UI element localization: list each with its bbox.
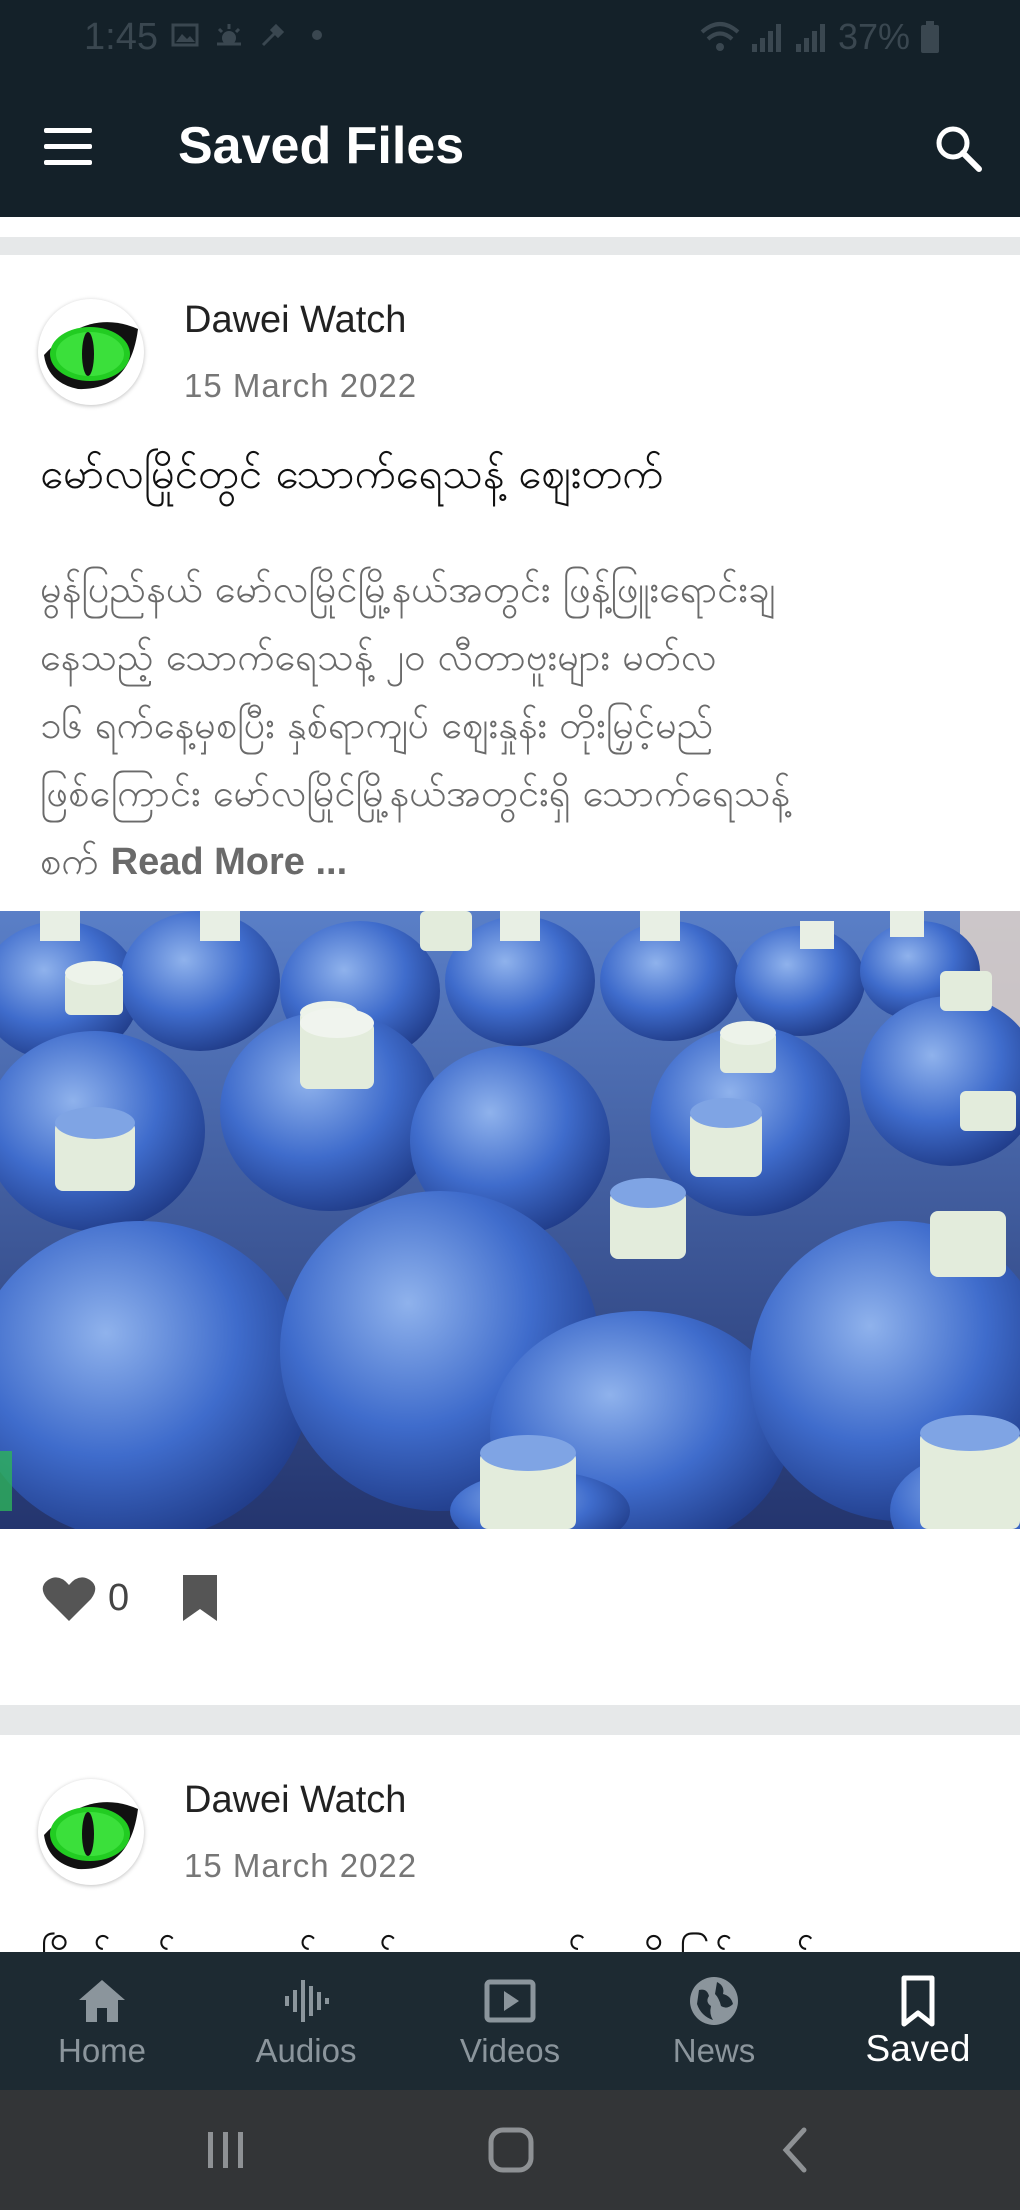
post-author: Dawei Watch <box>184 299 407 341</box>
post-actions: 0 <box>0 1529 1020 1669</box>
post-title[interactable]: မြိတ်တွင် ရေကာန်ဆည် ၂၀၀၀ ကျပ်အထိ မြင့်တက… <box>40 1931 990 1952</box>
status-time: 1:45 <box>84 16 158 58</box>
post-card[interactable]: Dawei Watch 15 March 2022 မြိတ်တွင် ရေကာ… <box>0 1735 1020 1952</box>
like-count: 0 <box>108 1577 130 1619</box>
post-author: Dawei Watch <box>184 1779 407 1821</box>
excerpt-line: နေသည့် သောက်ရေသန့် ၂၀ လီတာဗူးများ မတ်လ <box>40 635 717 679</box>
notification-icons <box>170 20 332 50</box>
excerpt-line: စက် <box>40 839 99 883</box>
avatar <box>38 1779 144 1885</box>
status-right: 37% <box>700 16 940 58</box>
cat-eye-logo-icon <box>44 322 138 390</box>
signal-icon <box>751 24 781 52</box>
excerpt-line: ဖြစ်ကြောင်း မော်လမြိုင်မြို့နယ်အတွင်းရှိ… <box>40 771 791 815</box>
water-bottles-photo <box>0 911 1020 1529</box>
post-card[interactable]: Dawei Watch 15 March 2022 မော်လမြိုင်တွင… <box>0 255 1020 1705</box>
nav-home[interactable]: Home <box>0 1952 204 2090</box>
home-icon <box>79 1980 125 2022</box>
bookmark-icon[interactable] <box>180 1573 220 1623</box>
nav-label: Saved <box>865 2028 971 2069</box>
page-title: Saved Files <box>178 117 465 175</box>
nav-news[interactable]: News <box>612 1952 816 2090</box>
bookmark-icon <box>901 1975 935 2027</box>
heart-icon[interactable] <box>42 1575 96 1623</box>
back-icon[interactable] <box>766 2120 826 2180</box>
nav-label: News <box>672 2032 756 2069</box>
signal-icon-2 <box>795 24 825 52</box>
battery-percentage: 37% <box>837 16 910 57</box>
bottom-nav: Home Audios Videos News Saved <box>0 1952 1020 2090</box>
video-icon <box>484 1979 536 2023</box>
nav-videos[interactable]: Videos <box>408 1952 612 2090</box>
previous-card-edge <box>0 217 1020 237</box>
excerpt-line: မွန်ပြည်နယ် မော်လမြိုင်မြို့နယ်အတွင်း ဖြ… <box>40 567 776 611</box>
post-date: 15 March 2022 <box>184 367 418 404</box>
post-excerpt: မွန်ပြည်နယ် မော်လမြိုင်မြို့နယ်အတွင်း ဖြ… <box>40 555 990 896</box>
gallery-icon <box>171 23 199 47</box>
screen: 1:45 37% Saved Files Dawei Watch 15 Marc… <box>0 0 1020 2210</box>
nav-label: Audios <box>255 2032 357 2069</box>
system-nav-bar <box>0 2090 1020 2210</box>
post-title[interactable]: မော်လမြိုင်တွင် သောက်ရေသန့် ဈေးတက် <box>40 447 990 509</box>
post-date: 15 March 2022 <box>184 1847 418 1884</box>
excerpt-line: ၁၆ ရက်နေ့မှစပြီး နှစ်ရာကျပ် ဈေးနှုန်း တိ… <box>40 703 714 747</box>
weather-icon <box>217 24 241 46</box>
wifi-icon <box>700 22 740 51</box>
audio-wave-icon <box>285 1980 329 2022</box>
avatar <box>38 299 144 405</box>
battery-icon <box>921 21 939 53</box>
app-bar: Saved Files <box>0 80 1020 217</box>
post-image[interactable] <box>0 911 1020 1529</box>
saved-feed[interactable]: Dawei Watch 15 March 2022 မော်လမြိုင်တွင… <box>0 217 1020 1952</box>
dot-icon <box>312 30 322 40</box>
recent-apps-icon[interactable] <box>196 2120 256 2180</box>
home-button-icon[interactable] <box>481 2120 541 2180</box>
nav-saved[interactable]: Saved <box>816 1952 1020 2090</box>
cat-eye-logo-icon <box>44 1802 138 1870</box>
tools-icon <box>261 23 285 47</box>
nav-label: Videos <box>459 2032 561 2069</box>
globe-icon <box>690 1977 738 2025</box>
excerpt-last-line: စက် Read More ... <box>40 827 990 896</box>
search-icon[interactable] <box>932 122 984 174</box>
status-bar: 1:45 37% <box>0 0 1020 80</box>
menu-icon[interactable] <box>44 128 94 168</box>
nav-audios[interactable]: Audios <box>204 1952 408 2090</box>
read-more-link[interactable]: Read More ... <box>111 841 348 883</box>
nav-label: Home <box>57 2032 147 2069</box>
